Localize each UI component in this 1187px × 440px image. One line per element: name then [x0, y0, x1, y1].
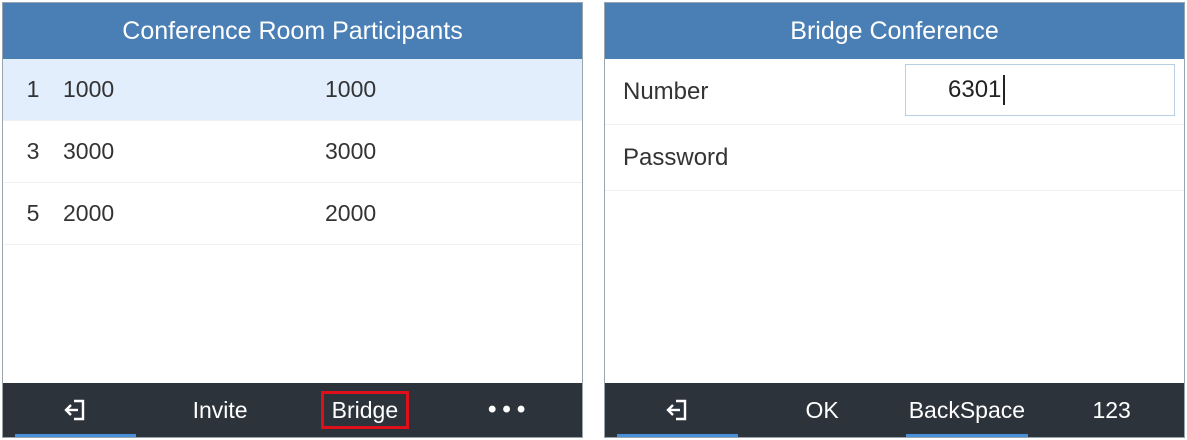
participant-number: 1000 [63, 76, 115, 102]
softkey-bar: Invite Bridge ••• [3, 383, 582, 437]
page-title: Bridge Conference [605, 3, 1184, 59]
bridge-conference-screen: Bridge Conference Number 6301 Password O… [604, 2, 1185, 438]
page-title: Conference Room Participants [3, 3, 582, 59]
input-mode-softkey[interactable]: 123 [1039, 383, 1184, 437]
backspace-softkey[interactable]: BackSpace [895, 383, 1040, 437]
number-input[interactable]: 6301 [905, 64, 1175, 116]
exit-softkey[interactable] [3, 383, 148, 437]
number-field-row: Number 6301 [605, 59, 1184, 125]
more-softkey[interactable]: ••• [437, 383, 582, 437]
ok-softkey[interactable]: OK [750, 383, 895, 437]
participant-number: 2000 [63, 200, 115, 226]
participant-index: 1 [26, 76, 40, 102]
bridge-softkey-label: Bridge [320, 391, 410, 429]
password-label: Password [623, 143, 729, 171]
participant-row[interactable]: 5 2000 2000 [3, 183, 582, 245]
text-cursor [1003, 75, 1006, 105]
participant-list: 1 1000 1000 3 3000 3000 5 2000 2000 [3, 59, 582, 245]
number-value: 6301 [948, 76, 1002, 103]
participant-name: 3000 [325, 138, 377, 164]
exit-icon [666, 399, 687, 421]
softkey-bar: OK BackSpace 123 [605, 383, 1184, 437]
participant-row[interactable]: 3 3000 3000 [3, 121, 582, 183]
invite-softkey[interactable]: Invite [148, 383, 293, 437]
participant-index: 3 [26, 138, 40, 164]
participant-name: 2000 [325, 200, 377, 226]
participant-row[interactable]: 1 1000 1000 [3, 59, 582, 121]
bridge-softkey[interactable]: Bridge [293, 383, 438, 437]
participant-index: 5 [26, 200, 40, 226]
exit-softkey[interactable] [605, 383, 750, 437]
conference-participants-screen: Conference Room Participants 1 1000 1000… [2, 2, 583, 438]
participant-name: 1000 [325, 76, 377, 102]
exit-icon [64, 399, 85, 421]
participant-number: 3000 [63, 138, 115, 164]
number-label: Number [623, 77, 709, 105]
password-field-row[interactable]: Password [605, 125, 1184, 191]
